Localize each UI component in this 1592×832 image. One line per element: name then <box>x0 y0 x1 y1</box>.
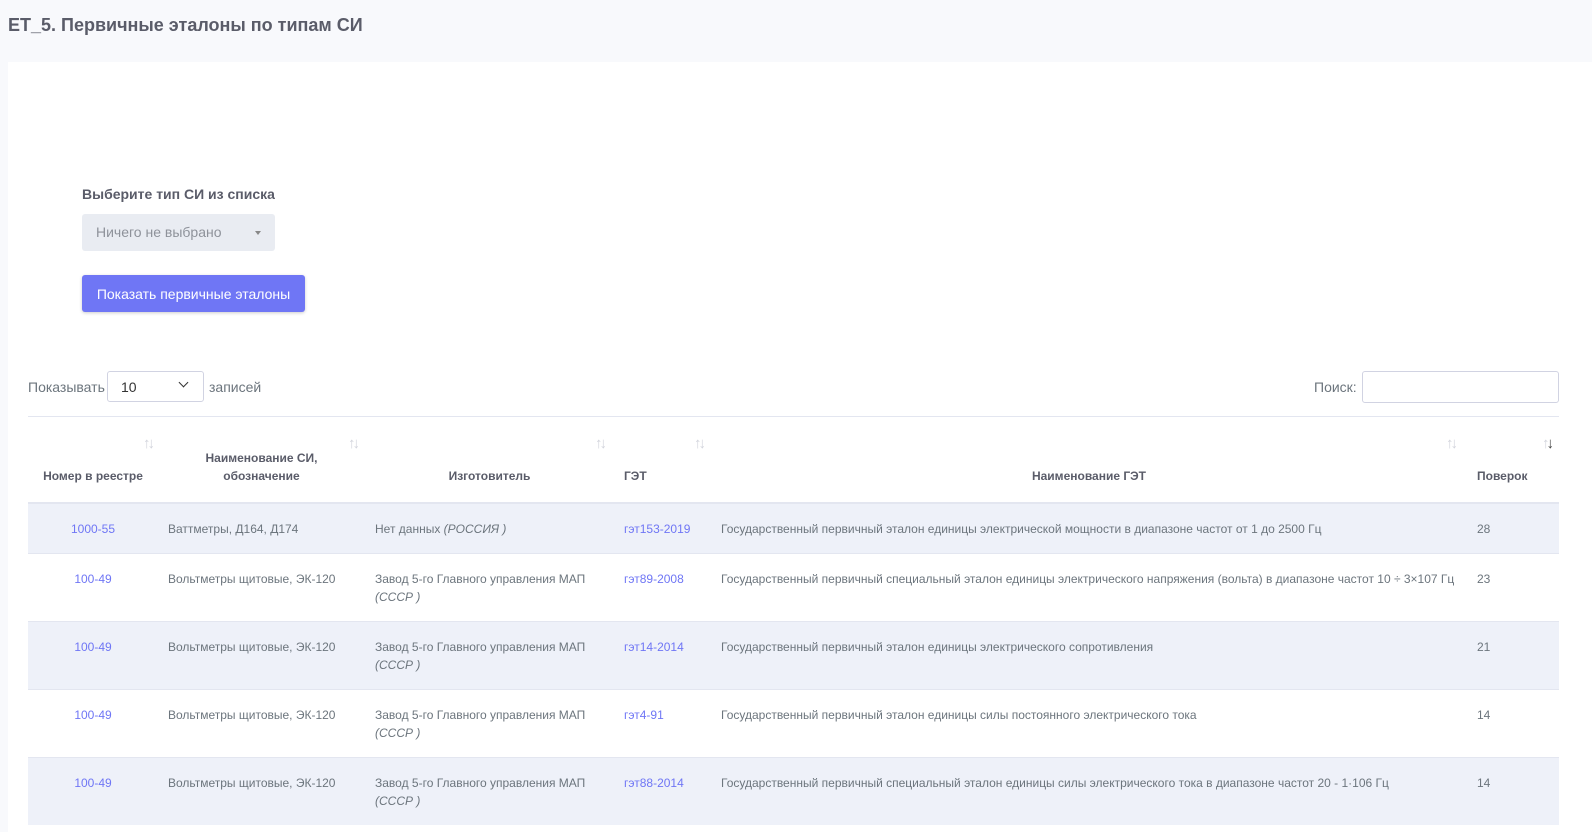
get-link[interactable]: гэт89-2008 <box>614 553 711 622</box>
table-header-row: Номер в реестре ↑↓ Наименование СИ, обоз… <box>28 417 1559 504</box>
maker-name: Завод 5-го Главного управления МАП <box>375 640 586 654</box>
si-type-select-value: Ничего не выбрано <box>96 224 222 240</box>
table-row: 100-49 Вольтметры щитовые, ЭК-120 Завод … <box>28 757 1559 825</box>
get-link[interactable]: гэт88-2014 <box>614 757 711 825</box>
maker-country: (СССР ) <box>375 590 421 604</box>
page-title: ET_5. Первичные эталоны по типам СИ <box>8 15 363 35</box>
content-card: Выберите тип СИ из списка Ничего не выбр… <box>8 62 1592 832</box>
maker-country: (СССР ) <box>375 726 421 740</box>
column-header-label: ГЭТ <box>624 469 647 483</box>
get-name-cell: Государственный первичный эталон единицы… <box>711 621 1467 690</box>
maker-country: (РОССИЯ ) <box>443 522 507 536</box>
column-header-label: Наименование СИ, обозначение <box>205 451 318 483</box>
maker-cell: Завод 5-го Главного управления МАП (СССР… <box>365 621 614 690</box>
search-input[interactable] <box>1362 371 1559 403</box>
get-link[interactable]: гэт153-2019 <box>614 502 711 554</box>
column-header-get[interactable]: ГЭТ ↑↓ <box>614 417 711 504</box>
table-row: 100-49 Вольтметры щитовые, ЭК-120 Завод … <box>28 553 1559 622</box>
reg-number-link[interactable]: 100-49 <box>28 757 158 825</box>
column-header-maker[interactable]: Изготовитель ↑↓ <box>365 417 614 504</box>
length-label: Показывать <box>28 379 105 395</box>
sort-icon: ↑↓ <box>595 435 607 452</box>
maker-country: (СССР ) <box>375 658 421 672</box>
si-name-cell: Вольтметры щитовые, ЭК-120 <box>158 553 365 622</box>
table-row: 100-49 Вольтметры щитовые, ЭК-120 Завод … <box>28 689 1559 758</box>
get-link[interactable]: гэт14-2014 <box>614 621 711 690</box>
sort-icon: ↑↓ <box>694 435 706 452</box>
page-length-value: 10 <box>121 379 137 395</box>
si-type-select[interactable]: Ничего не выбрано <box>82 214 275 251</box>
count-cell: 21 <box>1467 621 1559 690</box>
column-header-si-name[interactable]: Наименование СИ, обозначение ↑↓ <box>158 417 365 504</box>
page-length-select[interactable]: 10 <box>107 371 204 402</box>
maker-name: Завод 5-го Главного управления МАП <box>375 776 586 790</box>
maker-cell: Завод 5-го Главного управления МАП (СССР… <box>365 553 614 622</box>
reg-number-link[interactable]: 100-49 <box>28 553 158 622</box>
get-name-cell: Государственный первичный эталон единицы… <box>711 689 1467 758</box>
column-header-reg-number[interactable]: Номер в реестре ↑↓ <box>28 417 158 504</box>
reg-number-link[interactable]: 100-49 <box>28 621 158 690</box>
standards-table: Номер в реестре ↑↓ Наименование СИ, обоз… <box>28 416 1559 825</box>
column-header-label: Номер в реестре <box>43 469 143 483</box>
search-label: Поиск: <box>1314 379 1357 395</box>
maker-name: Завод 5-го Главного управления МАП <box>375 708 586 722</box>
column-header-count[interactable]: Поверок ↑↓ <box>1467 417 1559 504</box>
si-name-cell: Вольтметры щитовые, ЭК-120 <box>158 689 365 758</box>
column-header-label: Поверок <box>1477 469 1528 483</box>
column-header-get-name[interactable]: Наименование ГЭТ ↑↓ <box>711 417 1467 504</box>
maker-cell: Завод 5-го Главного управления МАП (СССР… <box>365 757 614 825</box>
si-type-label: Выберите тип СИ из списка <box>82 186 275 202</box>
get-link[interactable]: гэт4-91 <box>614 689 711 758</box>
count-cell: 14 <box>1467 757 1559 825</box>
show-primary-standards-button[interactable]: Показать первичные эталоны <box>82 275 305 312</box>
chevron-down-icon <box>178 377 189 388</box>
count-cell: 28 <box>1467 502 1559 554</box>
caret-down-icon <box>255 231 261 235</box>
maker-country: (СССР ) <box>375 794 421 808</box>
sort-icon: ↑↓ <box>1446 435 1458 452</box>
get-name-cell: Государственный первичный специальный эт… <box>711 757 1467 825</box>
sort-icon: ↑↓ <box>143 435 155 452</box>
get-name-cell: Государственный первичный специальный эт… <box>711 553 1467 622</box>
maker-cell: Нет данных (РОССИЯ ) <box>365 502 614 554</box>
maker-name: Нет данных <box>375 522 444 536</box>
sort-icon: ↑↓ <box>348 435 360 452</box>
column-header-label: Наименование ГЭТ <box>1031 469 1147 483</box>
si-name-cell: Вольтметры щитовые, ЭК-120 <box>158 757 365 825</box>
count-cell: 23 <box>1467 553 1559 622</box>
table-row: 100-49 Вольтметры щитовые, ЭК-120 Завод … <box>28 621 1559 690</box>
si-name-cell: Ваттметры, Д164, Д174 <box>158 502 365 554</box>
get-name-cell: Государственный первичный эталон единицы… <box>711 502 1467 554</box>
table-row: 1000-55 Ваттметры, Д164, Д174 Нет данных… <box>28 502 1559 554</box>
length-suffix: записей <box>209 379 262 395</box>
count-cell: 14 <box>1467 689 1559 758</box>
maker-name: Завод 5-го Главного управления МАП <box>375 572 586 586</box>
si-name-cell: Вольтметры щитовые, ЭК-120 <box>158 621 365 690</box>
sort-desc-icon: ↑↓ <box>1542 435 1554 452</box>
reg-number-link[interactable]: 100-49 <box>28 689 158 758</box>
column-header-label: Изготовитель <box>448 469 531 483</box>
reg-number-link[interactable]: 1000-55 <box>28 502 158 554</box>
maker-cell: Завод 5-го Главного управления МАП (СССР… <box>365 689 614 758</box>
